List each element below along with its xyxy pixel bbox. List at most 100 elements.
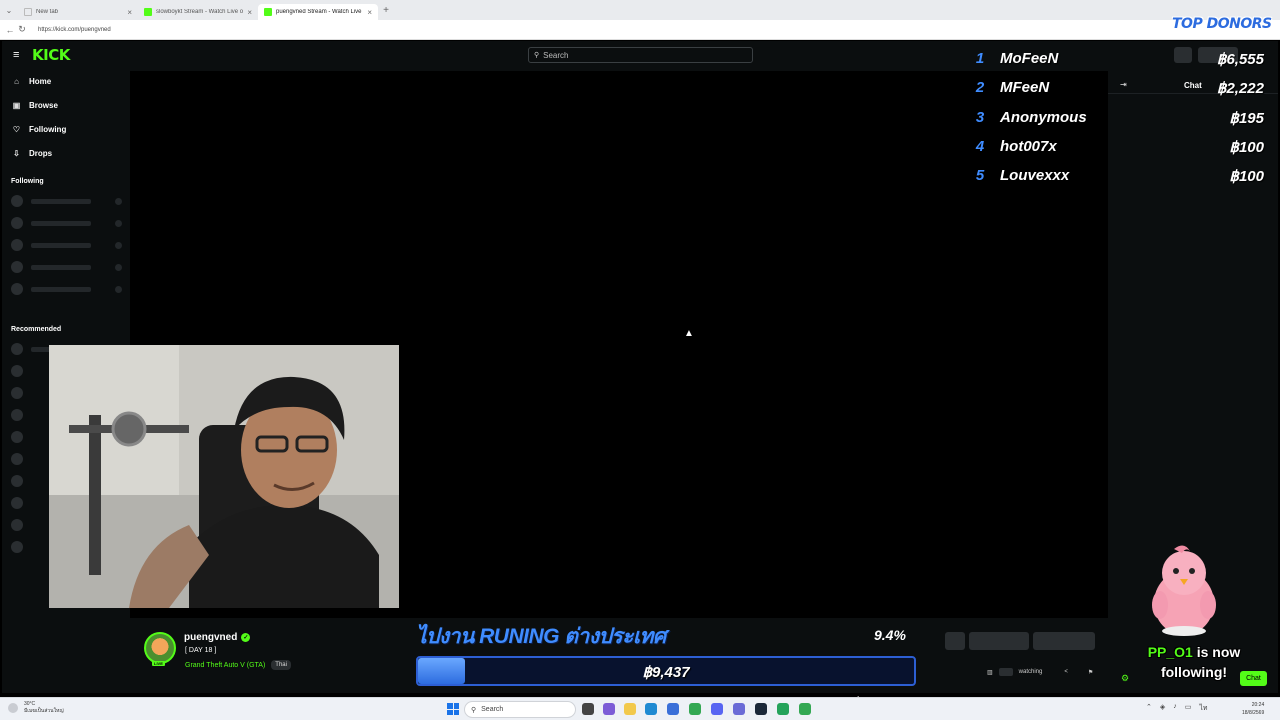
weather-widget[interactable]: 30°C มีเมฆเป็นส่วนใหญ่ — [24, 701, 64, 715]
donor-amount: ฿2,222 — [1216, 80, 1264, 97]
store-icon[interactable] — [667, 703, 679, 715]
discord-icon[interactable] — [711, 703, 723, 715]
chat-send-button[interactable]: Chat — [1240, 671, 1267, 686]
browser-tab-strip: ⌄ New tab × slowboykt Stream - Watch Liv… — [0, 0, 1280, 20]
subscribe-button[interactable] — [969, 632, 1029, 650]
gift-button[interactable] — [945, 632, 965, 650]
tab-label: New tab — [36, 9, 59, 15]
chrome-icon[interactable] — [799, 703, 811, 715]
sidebar-item-label: Browse — [29, 101, 58, 110]
close-tab-icon[interactable]: × — [127, 8, 132, 17]
close-tab-icon[interactable]: × — [247, 8, 252, 17]
tab-label: puengvned Stream - Watch Live on Kick — [276, 9, 363, 15]
battery-icon[interactable]: ▭ — [1185, 703, 1192, 714]
following-skeleton — [11, 217, 122, 229]
task-view-icon[interactable] — [582, 703, 594, 715]
kick-favicon-icon — [144, 8, 152, 16]
goal-title: ไปงาน RUNING ต่างประเทศ — [416, 625, 666, 648]
app-icon[interactable] — [777, 703, 789, 715]
donor-rank: 3 — [975, 109, 985, 126]
sidebar-item-drops[interactable]: ⇩ Drops — [12, 149, 52, 158]
mascot-bird-icon — [1152, 545, 1216, 636]
donor-row: 5 Louvexxx ฿100 — [974, 167, 1266, 191]
weather-icon[interactable] — [8, 703, 18, 713]
category-link[interactable]: Grand Theft Auto V (GTA) — [185, 662, 265, 669]
streamer-name[interactable]: puengvned — [184, 632, 237, 643]
refresh-icon[interactable]: ↻ — [16, 24, 28, 35]
goal-percent: 9.4% — [874, 627, 906, 643]
chrome-icon[interactable] — [689, 703, 701, 715]
goal-current-amount: ฿9,437 — [642, 664, 690, 681]
clock-time: 20:24 — [1251, 702, 1265, 708]
donor-name: hot007x — [1000, 138, 1057, 155]
start-menu-icon[interactable] — [447, 703, 459, 715]
search-input[interactable] — [543, 50, 734, 60]
viewer-count-placeholder — [998, 668, 1013, 676]
network-icon[interactable]: ◈ — [1160, 703, 1165, 714]
language-icon[interactable]: ไท — [1199, 703, 1207, 714]
recommended-header: Recommended — [11, 326, 62, 333]
follow-button[interactable] — [1033, 632, 1095, 650]
back-icon[interactable]: ← — [4, 25, 16, 35]
app-icon[interactable] — [733, 703, 745, 715]
browser-tab-slowboykt[interactable]: slowboykt Stream - Watch Live on Kick × — [138, 4, 258, 20]
chat-settings-icon[interactable]: ⚙ — [1121, 673, 1129, 684]
taskbar-search-label: Search — [481, 706, 504, 713]
sidebar-item-following[interactable]: ♡ Following — [12, 125, 66, 134]
address-bar: ← ↻ https://kick.com/puengvned — [0, 20, 1280, 40]
menu-icon[interactable]: ≡ — [13, 49, 19, 61]
recommended-skeleton — [11, 453, 23, 465]
following-skeleton — [11, 261, 122, 273]
url-field[interactable]: https://kick.com/puengvned — [38, 27, 111, 33]
language-tag[interactable]: Thai — [271, 660, 291, 670]
sidebar-item-label: Following — [29, 125, 67, 134]
drops-icon: ⇩ — [13, 149, 20, 158]
browser-tab-puengvned[interactable]: puengvned Stream - Watch Live on Kick × — [258, 4, 378, 20]
share-icon[interactable]: < — [1064, 669, 1068, 675]
sidebar-item-browse[interactable]: ▣ Browse — [12, 101, 58, 110]
donor-name: Anonymous — [1000, 109, 1087, 126]
search-icon: ⚲ — [534, 52, 540, 59]
mouse-cursor-icon: ▲ — [684, 328, 694, 339]
following-header: Following — [11, 178, 44, 185]
report-icon[interactable]: ⚑ — [1088, 669, 1093, 676]
tray-chevron-icon[interactable]: ⌃ — [1146, 703, 1152, 714]
volume-icon[interactable]: ♪ — [1173, 703, 1177, 714]
close-tab-icon[interactable]: × — [367, 8, 372, 17]
new-tab-button[interactable]: + — [378, 5, 394, 16]
sidebar-item-home[interactable]: ⌂ Home — [12, 77, 51, 86]
newtab-icon — [24, 8, 32, 16]
system-tray: ⌃ ◈ ♪ ▭ ไท — [1146, 703, 1208, 714]
tab-label: slowboykt Stream - Watch Live on Kick — [156, 9, 244, 15]
top-donors-title: TOP DONORS — [1172, 16, 1272, 32]
verified-icon: ✓ — [241, 633, 251, 642]
edge-icon[interactable] — [645, 703, 657, 715]
search-box[interactable]: ⚲ — [528, 47, 753, 63]
goal-progress-bar: ฿9,437 — [416, 656, 916, 686]
tab-actions-icon[interactable]: ⌄ — [0, 0, 18, 20]
donor-rank: 2 — [975, 79, 985, 96]
copilot-icon[interactable] — [603, 703, 615, 715]
donor-amount: ฿195 — [1229, 110, 1264, 127]
browser-tab-newtab[interactable]: New tab × — [18, 4, 138, 20]
donor-row: 4 hot007x ฿100 — [974, 138, 1266, 162]
webcam-feed — [49, 345, 399, 608]
follow-alert-user: PP_O1 — [1147, 644, 1193, 660]
streamer-avatar[interactable] — [144, 632, 176, 664]
kick-logo[interactable]: KICK — [32, 46, 70, 64]
webcam-image — [49, 345, 399, 608]
donor-row: 2 MFeeN ฿2,222 — [974, 79, 1266, 103]
recommended-skeleton — [11, 365, 23, 377]
taskbar-search[interactable]: ⚲ Search — [464, 701, 576, 718]
donor-amount: ฿100 — [1229, 139, 1264, 156]
screen: ⌄ New tab × slowboykt Stream - Watch Liv… — [0, 0, 1280, 720]
steam-icon[interactable] — [755, 703, 767, 715]
clock[interactable]: 20:24 18/8/2569 — [1242, 701, 1264, 717]
donor-row: 1 MoFeeN ฿6,555 — [974, 50, 1266, 74]
recommended-skeleton — [11, 519, 23, 531]
sidebar-item-label: Drops — [29, 149, 53, 158]
donor-name: Louvexxx — [1000, 167, 1070, 184]
following-skeleton — [11, 195, 122, 207]
file-explorer-icon[interactable] — [624, 703, 636, 715]
donor-amount: ฿100 — [1229, 168, 1264, 185]
